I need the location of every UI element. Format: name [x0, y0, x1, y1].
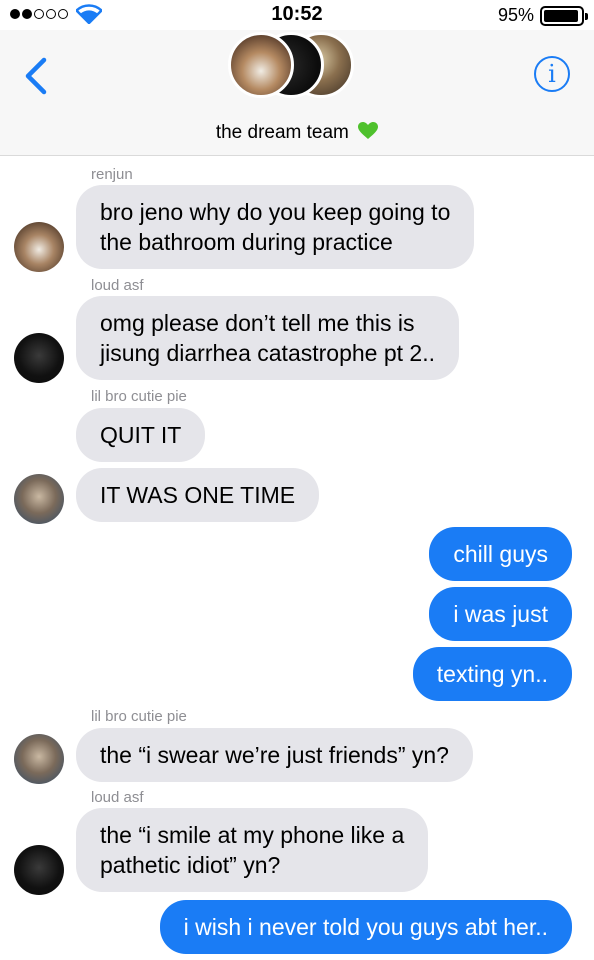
outgoing-message-bubble[interactable]: texting yn..: [412, 647, 572, 701]
incoming-message-bubble[interactable]: omg please don’t tell me this is jisung …: [76, 296, 459, 380]
green-heart-icon: [358, 122, 379, 139]
battery-level: [544, 10, 578, 22]
incoming-message-bubble[interactable]: bro jeno why do you keep going to the ba…: [76, 185, 475, 269]
message-text-line: jisung diarrhea catastrophe pt 2..: [100, 340, 435, 366]
message-text-line: texting yn..: [436, 661, 548, 687]
avatar[interactable]: [14, 845, 64, 895]
message-text-line: chill guys: [453, 541, 548, 567]
message-text-line: the bathroom during practice: [100, 229, 393, 255]
avatar[interactable]: [14, 333, 64, 383]
avatar[interactable]: [14, 474, 64, 524]
incoming-message-bubble[interactable]: IT WAS ONE TIME: [76, 468, 320, 522]
outgoing-message-bubble[interactable]: i was just: [429, 587, 572, 641]
conversation-title-text: the dream team: [215, 122, 349, 143]
sender-label: lil bro cutie pie: [91, 708, 187, 725]
sender-label: lil bro cutie pie: [91, 388, 187, 405]
message-text-line: i was just: [453, 601, 548, 627]
battery-icon: [540, 6, 588, 26]
message-text-line: IT WAS ONE TIME: [100, 482, 296, 508]
incoming-message-bubble[interactable]: the “i smile at my phone like a pathetic…: [76, 808, 429, 892]
message-text-line: omg please don’t tell me this is: [100, 310, 415, 336]
group-avatar-stack[interactable]: [228, 32, 356, 100]
avatar: [228, 32, 294, 98]
incoming-message-bubble[interactable]: QUIT IT: [76, 408, 206, 462]
chevron-left-icon[interactable]: [22, 56, 52, 96]
message-text-line: pathetic idiot” yn?: [100, 852, 281, 878]
message-text-line: bro jeno why do you keep going to: [100, 199, 451, 225]
message-text-line: the “i smile at my phone like a: [100, 822, 405, 848]
message-text-line: the “i swear we’re just friends” yn?: [100, 742, 449, 768]
incoming-message-bubble[interactable]: the “i swear we’re just friends” yn?: [76, 728, 473, 782]
status-bar: 10:52 95%: [0, 0, 594, 30]
outgoing-message-bubble[interactable]: i wish i never told you guys abt her..: [159, 900, 572, 954]
battery-percent: 95%: [497, 5, 534, 25]
avatar[interactable]: [14, 222, 64, 272]
outgoing-message-bubble[interactable]: chill guys: [429, 527, 572, 581]
message-text-line: QUIT IT: [100, 422, 182, 448]
sender-label: renjun: [91, 166, 133, 183]
message-text-line: i wish i never told you guys abt her..: [183, 914, 548, 940]
sender-label: loud asf: [91, 789, 144, 806]
sender-label: loud asf: [91, 277, 144, 294]
avatar[interactable]: [14, 734, 64, 784]
conversation-title[interactable]: the dream team: [0, 122, 594, 144]
info-icon[interactable]: i: [534, 56, 570, 92]
conversation-header: i the dream team: [0, 30, 594, 156]
